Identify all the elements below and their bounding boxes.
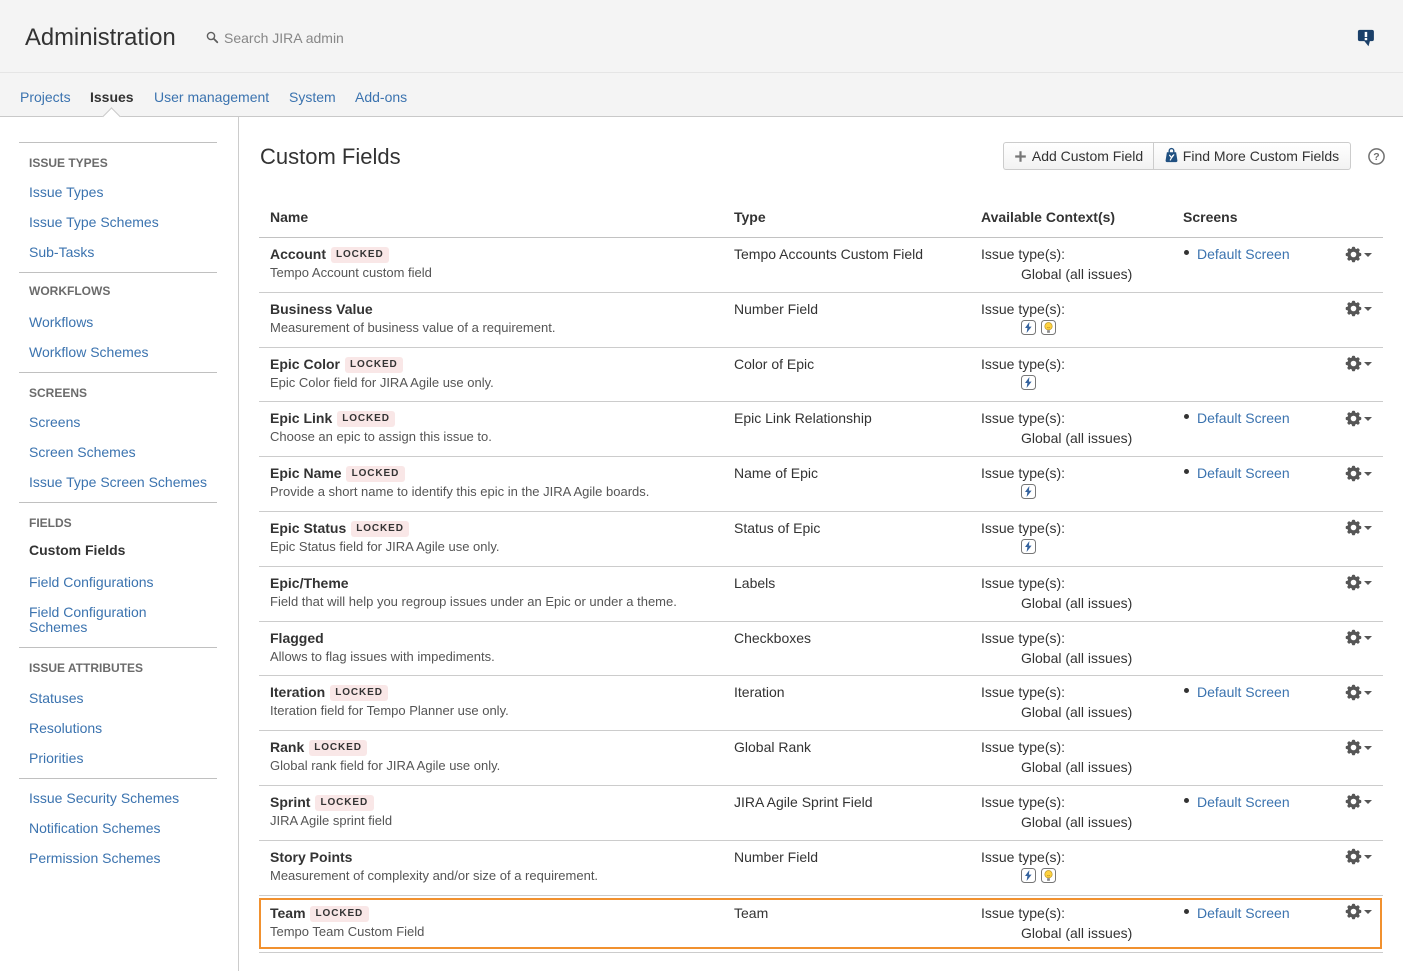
svg-text:?: ? xyxy=(1373,151,1379,163)
